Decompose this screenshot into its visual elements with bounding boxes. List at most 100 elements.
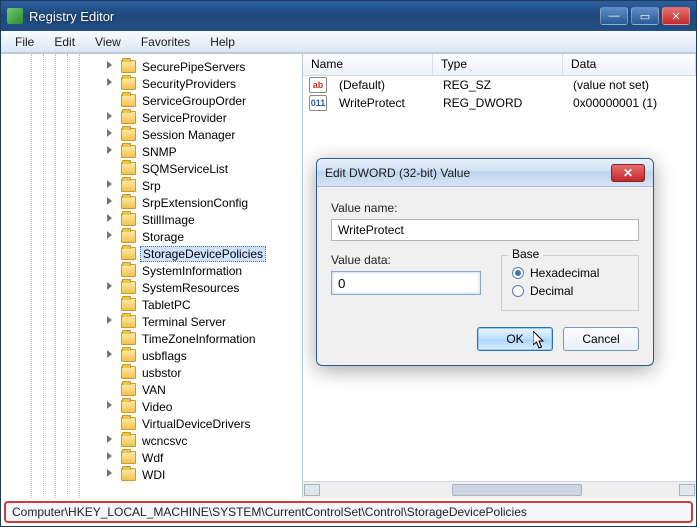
tree-item[interactable]: TimeZoneInformation bbox=[31, 330, 302, 347]
tree-item[interactable]: TabletPC bbox=[31, 296, 302, 313]
folder-icon bbox=[121, 349, 136, 362]
tree-item-label: Storage bbox=[140, 230, 186, 244]
menu-favorites[interactable]: Favorites bbox=[131, 33, 200, 51]
tree-item[interactable]: WDI bbox=[31, 466, 302, 483]
dialog-close-button[interactable]: ✕ bbox=[611, 164, 645, 182]
value-name: WriteProtect bbox=[331, 95, 435, 111]
tree-item[interactable]: SQMServiceList bbox=[31, 160, 302, 177]
folder-icon bbox=[121, 468, 136, 481]
expand-icon[interactable] bbox=[107, 180, 112, 188]
list-header[interactable]: Name Type Data bbox=[303, 54, 696, 76]
value-row[interactable]: 011WriteProtectREG_DWORD0x00000001 (1) bbox=[303, 94, 696, 112]
tree-item-label: usbflags bbox=[140, 349, 189, 363]
scroll-right-icon[interactable] bbox=[679, 484, 695, 496]
tree-item[interactable]: VirtualDeviceDrivers bbox=[31, 415, 302, 432]
tree-item[interactable]: Video bbox=[31, 398, 302, 415]
folder-icon bbox=[121, 145, 136, 158]
tree-item-label: Srp bbox=[140, 179, 163, 193]
tree-item-label: VAN bbox=[140, 383, 168, 397]
tree-item[interactable]: Srp bbox=[31, 177, 302, 194]
tree-item-label: SQMServiceList bbox=[140, 162, 230, 176]
menu-file[interactable]: File bbox=[5, 33, 44, 51]
radio-hexadecimal[interactable]: Hexadecimal bbox=[512, 266, 628, 280]
maximize-button[interactable]: ▭ bbox=[631, 7, 659, 25]
titlebar[interactable]: Registry Editor — ▭ ✕ bbox=[1, 1, 696, 31]
value-data-input[interactable] bbox=[331, 271, 481, 295]
tree-item-label: TabletPC bbox=[140, 298, 193, 312]
expand-icon[interactable] bbox=[107, 282, 112, 290]
folder-icon bbox=[121, 417, 136, 430]
tree-item[interactable]: Terminal Server bbox=[31, 313, 302, 330]
radio-dot-icon bbox=[512, 285, 524, 297]
col-name[interactable]: Name bbox=[303, 54, 433, 75]
menu-help[interactable]: Help bbox=[200, 33, 245, 51]
base-group-label: Base bbox=[508, 247, 543, 261]
tree-item[interactable]: wcncsvc bbox=[31, 432, 302, 449]
expand-icon[interactable] bbox=[107, 435, 112, 443]
menu-edit[interactable]: Edit bbox=[44, 33, 85, 51]
tree-item[interactable]: SecurityProviders bbox=[31, 75, 302, 92]
tree-item-label: StillImage bbox=[140, 213, 197, 227]
folder-icon bbox=[121, 230, 136, 243]
cancel-button[interactable]: Cancel bbox=[563, 327, 639, 351]
folder-icon bbox=[121, 281, 136, 294]
tree-item[interactable]: SystemResources bbox=[31, 279, 302, 296]
tree-item[interactable]: SecurePipeServers bbox=[31, 58, 302, 75]
menu-view[interactable]: View bbox=[85, 33, 131, 51]
tree-item-label: TimeZoneInformation bbox=[140, 332, 258, 346]
tree-item[interactable]: Storage bbox=[31, 228, 302, 245]
expand-icon[interactable] bbox=[107, 231, 112, 239]
expand-icon[interactable] bbox=[107, 452, 112, 460]
expand-icon[interactable] bbox=[107, 214, 112, 222]
scroll-left-icon[interactable] bbox=[304, 484, 320, 496]
mouse-cursor-icon bbox=[533, 331, 547, 351]
col-type[interactable]: Type bbox=[433, 54, 563, 75]
value-row[interactable]: ab(Default)REG_SZ(value not set) bbox=[303, 76, 696, 94]
expand-icon[interactable] bbox=[107, 129, 112, 137]
folder-icon bbox=[121, 60, 136, 73]
tree-item[interactable]: StorageDevicePolicies bbox=[31, 245, 302, 262]
tree-item-label: SystemInformation bbox=[140, 264, 244, 278]
tree-item-label: VirtualDeviceDrivers bbox=[140, 417, 252, 431]
value-type: REG_DWORD bbox=[435, 95, 565, 111]
expand-icon[interactable] bbox=[107, 401, 112, 409]
value-data: 0x00000001 (1) bbox=[565, 95, 696, 111]
folder-icon bbox=[121, 332, 136, 345]
tree-item[interactable]: usbstor bbox=[31, 364, 302, 381]
tree-item[interactable]: ServiceGroupOrder bbox=[31, 92, 302, 109]
tree-item-label: SystemResources bbox=[140, 281, 241, 295]
expand-icon[interactable] bbox=[107, 469, 112, 477]
tree-item[interactable]: SrpExtensionConfig bbox=[31, 194, 302, 211]
scroll-thumb[interactable] bbox=[452, 484, 582, 496]
expand-icon[interactable] bbox=[107, 197, 112, 205]
tree-item-label: StorageDevicePolicies bbox=[140, 246, 266, 262]
expand-icon[interactable] bbox=[107, 61, 112, 69]
col-data[interactable]: Data bbox=[563, 54, 696, 75]
regedit-icon bbox=[7, 8, 23, 24]
tree-item[interactable]: VAN bbox=[31, 381, 302, 398]
folder-icon bbox=[121, 298, 136, 311]
expand-icon[interactable] bbox=[107, 350, 112, 358]
folder-icon bbox=[121, 434, 136, 447]
expand-icon[interactable] bbox=[107, 78, 112, 86]
dialog-titlebar[interactable]: Edit DWORD (32-bit) Value ✕ bbox=[317, 159, 653, 187]
folder-icon bbox=[121, 196, 136, 209]
expand-icon[interactable] bbox=[107, 146, 112, 154]
minimize-button[interactable]: — bbox=[600, 7, 628, 25]
tree-item[interactable]: SystemInformation bbox=[31, 262, 302, 279]
tree-item[interactable]: StillImage bbox=[31, 211, 302, 228]
close-button[interactable]: ✕ bbox=[662, 7, 690, 25]
dword-value-icon: 011 bbox=[309, 95, 327, 111]
horizontal-scrollbar[interactable] bbox=[303, 481, 696, 498]
tree-item-label: usbstor bbox=[140, 366, 183, 380]
tree-item[interactable]: SNMP bbox=[31, 143, 302, 160]
tree-item[interactable]: ServiceProvider bbox=[31, 109, 302, 126]
tree-pane[interactable]: SecurePipeServersSecurityProvidersServic… bbox=[1, 54, 303, 498]
expand-icon[interactable] bbox=[107, 112, 112, 120]
tree-item[interactable]: usbflags bbox=[31, 347, 302, 364]
radio-decimal[interactable]: Decimal bbox=[512, 284, 628, 298]
tree-item[interactable]: Wdf bbox=[31, 449, 302, 466]
tree-item[interactable]: Session Manager bbox=[31, 126, 302, 143]
expand-icon[interactable] bbox=[107, 316, 112, 324]
dialog-title: Edit DWORD (32-bit) Value bbox=[325, 166, 611, 180]
